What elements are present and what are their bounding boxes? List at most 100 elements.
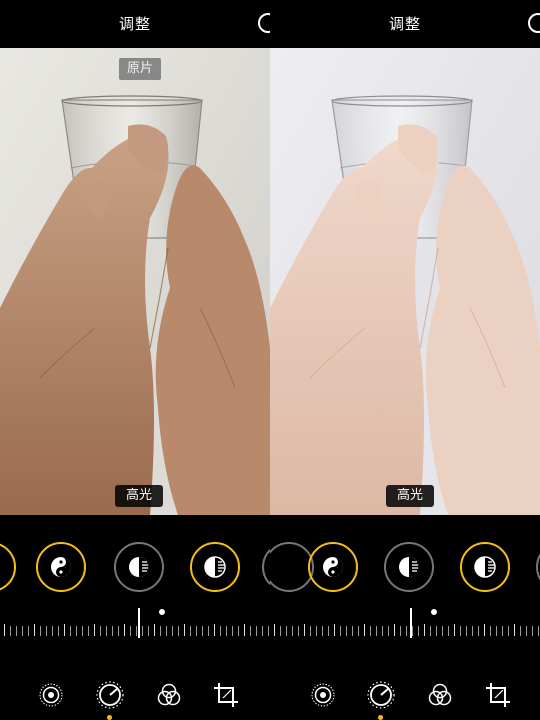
- slider-tick: [178, 626, 179, 636]
- slider-tick: [448, 626, 449, 636]
- adjust-dial-icon[interactable]: [95, 680, 125, 720]
- slider-tick: [34, 624, 35, 636]
- slider-tick: [478, 626, 479, 636]
- slider-tick: [70, 626, 71, 636]
- brilliance-dial[interactable]: [36, 542, 86, 592]
- slider-tick: [22, 626, 23, 636]
- adjustment-label: 高光: [386, 485, 434, 507]
- slider-value-dot: [159, 609, 165, 615]
- slider-tick: [196, 626, 197, 636]
- slider-tick: [412, 626, 413, 636]
- slider-tick: [130, 626, 131, 636]
- slider-tick: [430, 626, 431, 636]
- slider-tick: [466, 626, 467, 636]
- slider-tick: [172, 626, 173, 636]
- slider-tick: [184, 624, 185, 636]
- slider-tick: [472, 626, 473, 636]
- adjustment-slider[interactable]: [0, 622, 270, 638]
- top-bar: 调整: [0, 0, 270, 48]
- slider-tick: [88, 626, 89, 636]
- brilliance-icon: [323, 557, 343, 577]
- slider-tick: [388, 626, 389, 636]
- slider-tick: [406, 626, 407, 636]
- highlights-dial[interactable]: [114, 542, 164, 592]
- slider-tick: [526, 626, 527, 636]
- slider-tick: [436, 626, 437, 636]
- slider-tick: [322, 626, 323, 636]
- shadows-icon: [474, 556, 496, 578]
- photo-preview-original[interactable]: [0, 48, 270, 515]
- slider-tick: [490, 626, 491, 636]
- slider-tick: [274, 624, 275, 636]
- slider-tick: [286, 626, 287, 636]
- slider-tick: [58, 626, 59, 636]
- slider-tick: [262, 626, 263, 636]
- slider-tick: [226, 626, 227, 636]
- slider-tick: [400, 626, 401, 636]
- active-tab-indicator: [378, 715, 383, 720]
- slider-tick: [310, 626, 311, 636]
- adjustment-slider[interactable]: [270, 622, 540, 638]
- photo-preview-edited[interactable]: [270, 48, 540, 515]
- slider-tick: [166, 626, 167, 636]
- slider-tick: [340, 626, 341, 636]
- auto-enhance-icon[interactable]: [308, 680, 338, 710]
- partial-dial-right[interactable]: [536, 542, 540, 592]
- slider-tick: [418, 626, 419, 636]
- slider-tick: [364, 624, 365, 636]
- slider-tick: [94, 624, 95, 636]
- slider-tick: [376, 626, 377, 636]
- partial-dial[interactable]: [0, 542, 16, 592]
- active-tab-indicator: [107, 715, 112, 720]
- slider-tick: [4, 624, 5, 636]
- slider-tick: [202, 626, 203, 636]
- shadows-dial[interactable]: [460, 542, 510, 592]
- partial-dial-right[interactable]: [262, 542, 270, 592]
- slider-tick: [46, 626, 47, 636]
- brilliance-icon: [51, 557, 71, 577]
- slider-value-dot: [431, 609, 437, 615]
- auto-enhance-icon[interactable]: [36, 680, 66, 710]
- slider-tick: [136, 626, 137, 636]
- slider-tick: [370, 626, 371, 636]
- slider-tick: [220, 626, 221, 636]
- slider-tick: [160, 626, 161, 636]
- slider-tick: [538, 626, 539, 636]
- slider-tick: [214, 624, 215, 636]
- slider-tick: [16, 626, 17, 636]
- slider-tick: [328, 626, 329, 636]
- slider-tick: [250, 626, 251, 636]
- slider-tick: [112, 626, 113, 636]
- crop-icon[interactable]: [483, 680, 513, 710]
- slider-tick: [394, 624, 395, 636]
- original-panel: 调整 原片 高光: [0, 0, 270, 720]
- slider-tick: [190, 626, 191, 636]
- highlights-dial[interactable]: [384, 542, 434, 592]
- slider-tick: [460, 626, 461, 636]
- adjust-dial-icon[interactable]: [366, 680, 396, 720]
- screen-title: 调整: [388, 15, 421, 33]
- crop-icon[interactable]: [211, 680, 241, 710]
- slider-tick: [496, 626, 497, 636]
- original-badge: 原片: [119, 58, 161, 80]
- slider-tick: [508, 626, 509, 636]
- slider-tick: [268, 626, 269, 636]
- slider-tick: [358, 626, 359, 636]
- edited-panel: 调整 高光: [270, 0, 540, 720]
- slider-tick: [280, 626, 281, 636]
- slider-tick: [316, 626, 317, 636]
- slider-tick: [502, 626, 503, 636]
- slider-tick: [124, 624, 125, 636]
- highlights-icon: [129, 557, 149, 577]
- highlights-icon: [399, 557, 419, 577]
- filters-icon[interactable]: [154, 680, 184, 710]
- brilliance-dial[interactable]: [308, 542, 358, 592]
- slider-tick: [154, 624, 155, 636]
- shadows-dial[interactable]: [190, 542, 240, 592]
- slider-tick: [292, 626, 293, 636]
- adjustment-label: 高光: [115, 485, 163, 507]
- filters-icon[interactable]: [425, 680, 455, 710]
- slider-tick: [208, 626, 209, 636]
- slider-tick: [232, 626, 233, 636]
- slider-tick: [142, 626, 143, 636]
